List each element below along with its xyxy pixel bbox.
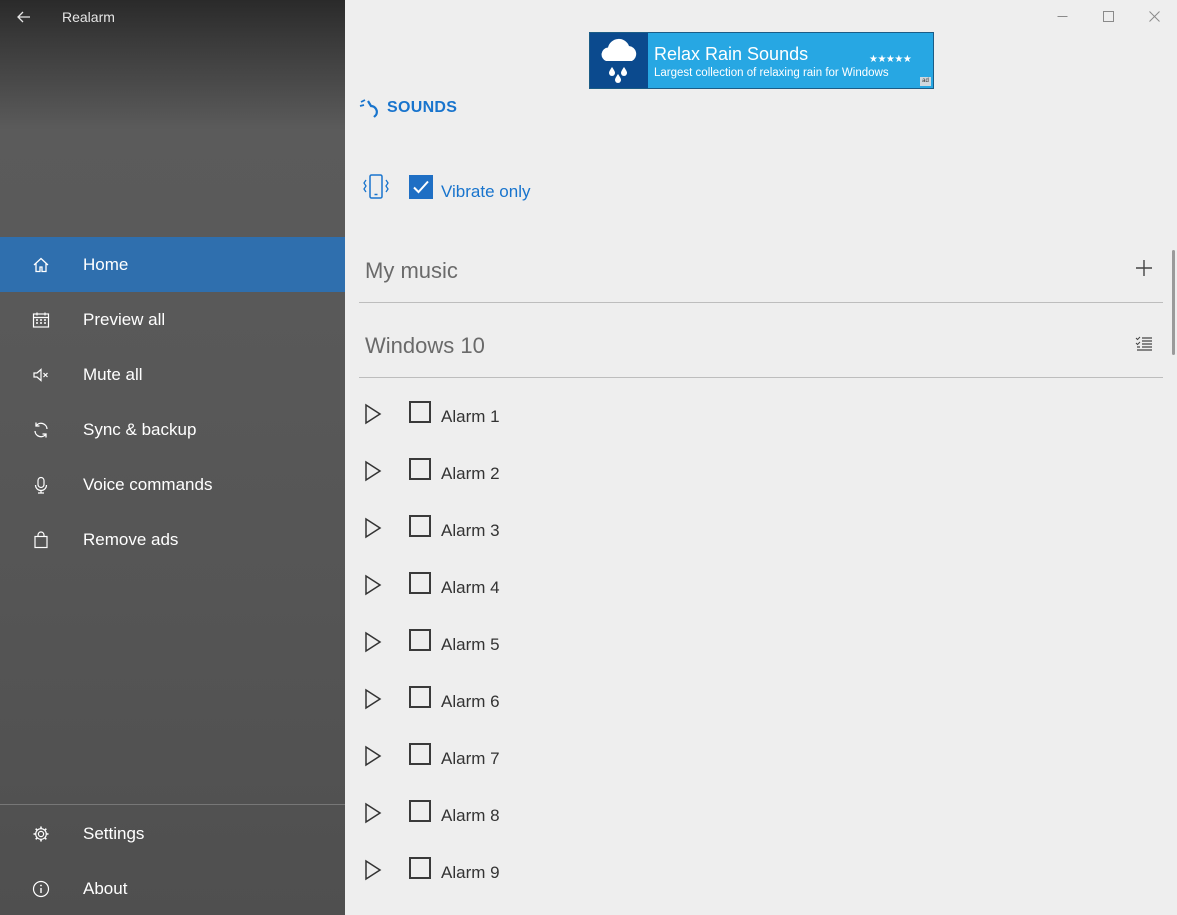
vibrate-only-label[interactable]: Vibrate only [441,182,530,202]
ad-rating-stars: ★★★★★ [869,54,912,65]
close-icon [1148,10,1160,22]
play-icon[interactable] [363,859,383,881]
alarm-row: Alarm 2 [359,455,1149,495]
sidebar-item-sync-backup[interactable]: Sync & backup [0,402,345,457]
sidebar-item-label: About [83,878,128,898]
play-icon[interactable] [363,688,383,710]
alarm-label: Alarm 1 [441,407,500,426]
section-title: My music [365,258,458,283]
play-icon[interactable] [363,517,383,539]
sidebar-item-mute-all[interactable]: Mute all [0,347,345,402]
back-button[interactable] [10,4,38,30]
vibrate-row: Vibrate only [362,173,662,207]
alarm-label: Alarm 7 [441,749,500,768]
sidebar-item-label: Preview all [83,309,166,329]
ad-title: Relax Rain Sounds [654,44,809,64]
alarm-checkbox[interactable] [409,458,431,480]
scrollbar[interactable] [1172,250,1175,355]
alarm-checkbox[interactable] [409,800,431,822]
play-icon[interactable] [363,631,383,653]
rain-cloud-icon [590,33,648,88]
play-icon[interactable] [363,745,383,767]
alarm-row: Alarm 8 [359,797,1149,837]
gear-icon [30,823,52,845]
alarm-label: Alarm 8 [441,806,500,825]
alarm-checkbox[interactable] [409,572,431,594]
app-title: Realarm [62,9,115,25]
title-bar: Realarm [0,0,345,34]
minimize-icon [1057,15,1067,17]
sidebar-item-home[interactable]: Home [0,237,345,292]
sidebar-divider [0,804,345,805]
back-arrow-icon [17,11,30,23]
alarm-label: Alarm 2 [441,464,500,483]
sounds-heading: SOUNDS [359,96,457,120]
calendar-icon [30,309,52,331]
sidebar-item-about[interactable]: About [0,861,345,915]
section-title: Windows 10 [365,333,485,358]
alarm-label: Alarm 9 [441,863,500,882]
alarm-checkbox[interactable] [409,857,431,879]
maximize-button[interactable] [1085,0,1131,32]
alarm-checkbox[interactable] [409,743,431,765]
minimize-button[interactable] [1039,0,1085,32]
sidebar-item-voice-commands[interactable]: Voice commands [0,457,345,512]
ad-subtitle: Largest collection of relaxing rain for … [654,67,889,79]
ringing-bell-icon [359,99,378,118]
section-windows-10: Windows 10 [359,306,1163,378]
alarm-label: Alarm 3 [441,521,500,540]
alarm-row: Alarm 6 [359,683,1149,723]
sidebar-item-preview-all[interactable]: Preview all [0,292,345,347]
alarm-row: Alarm 3 [359,512,1149,552]
play-icon[interactable] [363,574,383,596]
ad-banner[interactable]: Relax Rain Sounds Largest collection of … [589,32,934,89]
alarm-row: Alarm 7 [359,740,1149,780]
vibrate-phone-icon [363,174,389,199]
sidebar: Realarm Home Preview all Mute all Sync &… [0,0,345,915]
sidebar-item-label: Mute all [83,364,143,384]
ad-badge: ad [920,77,931,86]
sync-icon [30,419,52,441]
alarm-row: Alarm 4 [359,569,1149,609]
section-my-music: My music [359,231,1163,303]
sidebar-item-settings[interactable]: Settings [0,806,345,861]
alarm-label: Alarm 5 [441,635,500,654]
alarm-row: Alarm 1 [359,398,1149,438]
alarm-checkbox[interactable] [409,401,431,423]
alarm-row: Alarm 9 [359,854,1149,894]
add-icon [1136,260,1152,276]
maximize-icon [1102,10,1114,22]
shopping-bag-icon [30,529,52,551]
select-mode-button[interactable] [1131,330,1157,356]
play-icon[interactable] [363,403,383,425]
alarm-checkbox[interactable] [409,629,431,651]
checkmark-icon [413,180,429,194]
sidebar-item-label: Sync & backup [83,419,197,439]
alarm-checkbox[interactable] [409,686,431,708]
home-icon [30,254,52,276]
checklist-icon [1135,336,1152,351]
alarm-row: Alarm 5 [359,626,1149,666]
info-icon [30,878,52,900]
play-icon[interactable] [363,460,383,482]
sidebar-item-label: Settings [83,823,145,843]
sidebar-item-remove-ads[interactable]: Remove ads [0,512,345,567]
sounds-title: SOUNDS [387,99,458,116]
microphone-icon [30,474,52,496]
sidebar-item-label: Home [83,254,129,274]
alarm-label: Alarm 4 [441,578,500,597]
play-icon[interactable] [363,802,383,824]
sidebar-item-label: Voice commands [83,474,213,494]
alarm-label: Alarm 6 [441,692,500,711]
vibrate-only-checkbox[interactable] [409,175,433,199]
mute-icon [30,364,52,386]
add-music-button[interactable] [1131,255,1157,281]
alarm-checkbox[interactable] [409,515,431,537]
sidebar-item-label: Remove ads [83,529,179,549]
close-button[interactable] [1131,0,1177,32]
